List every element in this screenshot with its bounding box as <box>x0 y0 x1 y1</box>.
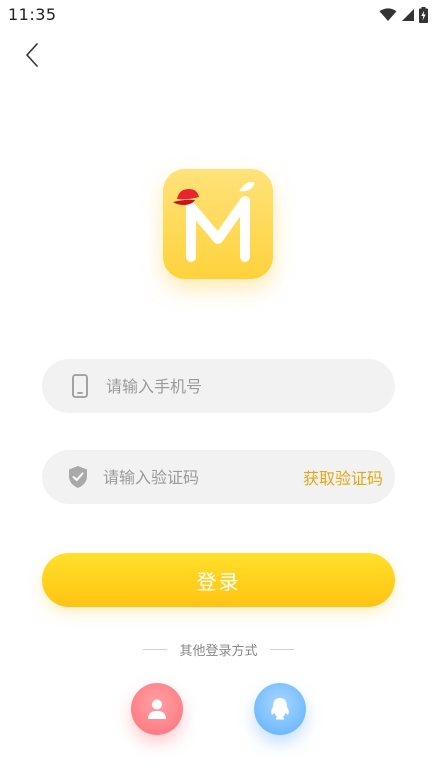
phone-field[interactable] <box>42 359 395 413</box>
logo-m-icon <box>173 182 255 262</box>
qq-login-button[interactable] <box>254 683 306 735</box>
shield-check-icon <box>68 464 89 490</box>
battery-icon <box>419 7 428 23</box>
user-icon <box>148 699 166 719</box>
login-button[interactable]: 登录 <box>42 553 395 607</box>
status-icons <box>379 7 428 23</box>
code-field[interactable]: 获取验证码 <box>42 450 395 504</box>
code-input[interactable] <box>102 467 303 487</box>
other-methods-label: 其他登录方式 <box>179 644 258 659</box>
divider-line-left <box>143 649 168 650</box>
status-time: 11:35 <box>8 5 57 24</box>
qq-icon <box>271 698 289 720</box>
chevron-left-icon <box>26 43 38 67</box>
cell-signal-icon <box>402 9 414 21</box>
app-logo <box>163 169 273 279</box>
wifi-icon <box>379 8 397 21</box>
status-bar: 11:35 <box>0 0 437 30</box>
back-button[interactable] <box>18 40 46 70</box>
phone-icon <box>68 373 92 399</box>
get-code-button[interactable]: 获取验证码 <box>303 465 383 489</box>
divider-line-right <box>269 649 294 650</box>
phone-input[interactable] <box>106 376 395 396</box>
other-methods-divider: 其他登录方式 <box>0 640 437 659</box>
account-login-button[interactable] <box>131 683 183 735</box>
